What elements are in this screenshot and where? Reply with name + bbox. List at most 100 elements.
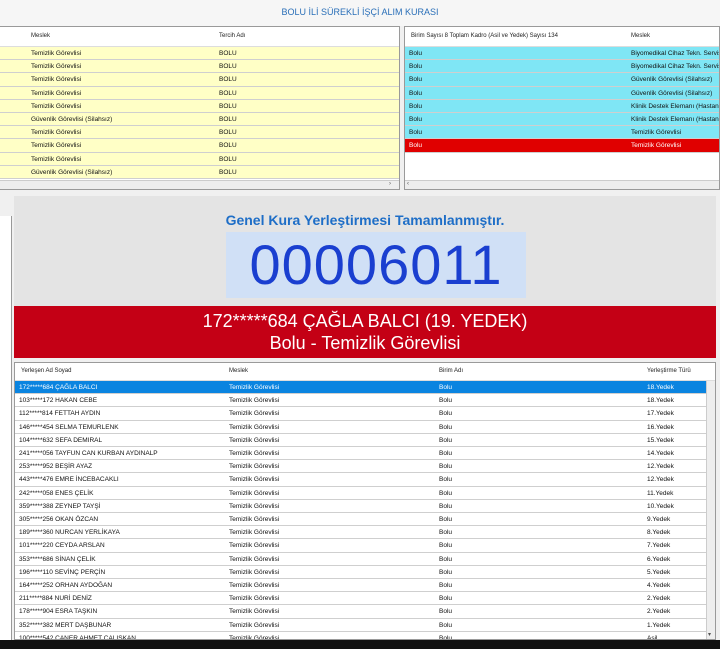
preference-row[interactable]: Temizlik Görevlisi BOLU	[0, 139, 399, 153]
cell-ad: 353*****686 SİNAN ÇELİK	[19, 555, 96, 563]
cell-birim: Bolu	[439, 568, 453, 576]
cell-ad: 101*****220 CEYDA ARSLAN	[19, 542, 105, 550]
cell-meslek: Temizlik Görevlisi	[31, 76, 82, 84]
cell-ad: 253*****952 BEŞİR AYAZ	[19, 463, 93, 471]
placement-row[interactable]: 196*****110 SEVİNÇ PERÇİN Temizlik Görevl…	[15, 566, 715, 579]
preference-row[interactable]: Temizlik Görevlisi BOLU	[0, 126, 399, 140]
placement-row[interactable]: 353*****686 SİNAN ÇELİK Temizlik Görevlis…	[15, 553, 715, 566]
placement-row[interactable]: 146*****454 SELMA TEMURLENK Temizlik Göre…	[15, 421, 715, 434]
cell-birim: Bolu	[409, 76, 423, 84]
cell-meslek: Temizlik Görevlisi	[229, 555, 280, 563]
header-birim[interactable]: Birim Sayısı 8 Toplam Kadro (Asil ve Yed…	[411, 33, 558, 39]
preference-row[interactable]: Temizlik Görevlisi BOLU	[0, 73, 399, 87]
cell-ad: 352*****382 MERT DAŞBUNAR	[19, 621, 112, 629]
placement-table-vscroll[interactable]: ▾	[706, 381, 715, 639]
window-title: BOLU İLİ SÜREKLİ İŞÇİ ALIM KURASI	[0, 0, 720, 26]
placement-row[interactable]: 359*****388 ZEYNEP TAYŞİ Temizlik Görevli…	[15, 500, 715, 513]
placement-row[interactable]: 164*****252 ORHAN AYDOĞAN Temizlik Görevl…	[15, 579, 715, 593]
placement-row[interactable]: 100*****542 CANER AHMET ÇALIŞKAN Temizlik…	[15, 632, 715, 639]
preference-row[interactable]: Temizlik Görevlisi BOLU	[0, 60, 399, 74]
cell-meslek: Güvenlik Görevlisi (Silahsız)	[631, 76, 713, 84]
preference-row[interactable]: Temizlik Görevlisi BOLU	[0, 99, 399, 113]
cell-meslek: Temizlik Görevlisi	[229, 489, 280, 497]
header-tercih[interactable]: Tercih Adı	[219, 33, 245, 39]
cell-tercih: BOLU	[219, 116, 237, 123]
scroll-left-icon[interactable]: ‹	[407, 181, 409, 187]
unit-table-hscroll[interactable]: ‹	[405, 180, 719, 189]
cell-meslek: Biyomedikal Cihaz Tekn. Servis	[631, 50, 720, 57]
cell-tercih: BOLU	[219, 155, 237, 163]
preference-table[interactable]: Meslek Tercih Adı Temizlik Görevlisi BOLU…	[0, 26, 400, 190]
preference-row[interactable]: Güvenlik Görevlisi (Silahsız) BOLU	[0, 165, 399, 179]
cell-tur: 5.Yedek	[647, 568, 671, 576]
unit-table[interactable]: Birim Sayısı 8 Toplam Kadro (Asil ve Yed…	[404, 26, 720, 190]
scroll-right-icon[interactable]: ›	[389, 181, 391, 187]
cell-birim: Bolu	[439, 410, 453, 418]
unit-row[interactable]: Bolu Güvenlik Görevlisi (Silahsız)	[405, 86, 719, 100]
preference-row[interactable]: Temizlik Görevlisi BOLU	[0, 86, 399, 100]
header-meslek-right[interactable]: Meslek	[631, 33, 650, 39]
cell-birim: Bolu	[409, 142, 423, 150]
cell-tur: 1.Yedek	[647, 621, 671, 629]
draw-number: 00006011	[226, 232, 526, 298]
cell-meslek: Temizlik Görevlisi	[229, 502, 280, 510]
unit-row[interactable]: Bolu Temizlik Görevlisi	[405, 139, 719, 153]
cell-birim: Bolu	[409, 63, 423, 71]
cell-ad: 196*****110 SEVİNÇ PERÇİN	[19, 568, 106, 576]
cell-meslek: Temizlik Görevlisi	[229, 516, 280, 523]
placement-row[interactable]: 253*****952 BEŞİR AYAZ Temizlik Görevlisi…	[15, 460, 715, 474]
preference-row[interactable]: Temizlik Görevlisi BOLU	[0, 152, 399, 166]
cell-tur: 12.Yedek	[647, 463, 674, 471]
placement-row[interactable]: 189*****360 NURCAN YERLİKAYA Temizlik Gör…	[15, 526, 715, 540]
unit-row[interactable]: Bolu Temizlik Görevlisi	[405, 126, 719, 140]
preference-row[interactable]: Güvenlik Görevlisi (Silahsız) BOLU	[0, 113, 399, 127]
cell-birim: Bolu	[439, 436, 453, 444]
preference-table-hscroll[interactable]: ›	[0, 180, 399, 189]
cell-ad: 305*****256 OKAN ÖZCAN	[19, 516, 99, 523]
cell-tur: 16.Yedek	[647, 423, 674, 431]
placement-row[interactable]: 104*****632 SEFA DEMIRAL Temizlik Görevli…	[15, 434, 715, 447]
placement-table[interactable]: Yerleşen Ad Soyad Meslek Birim Adı Yerle…	[14, 362, 716, 640]
cell-birim: Bolu	[439, 450, 453, 457]
unit-row[interactable]: Bolu Güvenlik Görevlisi (Silahsız)	[405, 73, 719, 87]
placement-row[interactable]: 241*****056 TAYFUN CAN KURBAN AYDINALP Te…	[15, 447, 715, 461]
cell-birim: Bolu	[439, 595, 453, 603]
placement-row[interactable]: 178*****904 ESRA TAŞKIN Temizlik Görevlis…	[15, 605, 715, 619]
placement-row[interactable]: 172*****684 ÇAĞLA BALCI Temizlik Görevlis…	[15, 381, 715, 395]
cell-ad: 359*****388 ZEYNEP TAYŞİ	[19, 502, 101, 510]
placement-row[interactable]: 443*****476 EMRE İNCEBACAKLI Temizlik Gör…	[15, 473, 715, 487]
placement-row[interactable]: 101*****220 CEYDA ARSLAN Temizlik Görevli…	[15, 539, 715, 553]
placement-row[interactable]: 103*****172 HAKAN CEBE Temizlik Görevlisi…	[15, 394, 715, 408]
placement-row[interactable]: 305*****256 OKAN ÖZCAN Temizlik Görevlisi…	[15, 513, 715, 527]
scroll-down-icon[interactable]: ▾	[708, 631, 711, 638]
preference-row[interactable]: Temizlik Görevlisi BOLU	[0, 47, 399, 61]
unit-row[interactable]: Bolu Biyomedikal Cihaz Tekn. Servis	[405, 60, 720, 74]
placement-row[interactable]: 242*****058 ENES ÇELİK Temizlik Görevlisi…	[15, 487, 715, 500]
cell-tercih: BOLU	[219, 89, 237, 97]
header-ad-soyad[interactable]: Yerleşen Ad Soyad	[21, 368, 71, 374]
winner-line: 172*****684 ÇAĞLA BALCI (19. YEDEK)	[202, 311, 528, 331]
unit-row[interactable]: Bolu Klinik Destek Elemanı (Hastane)	[405, 99, 719, 113]
header-yerlestirme-turu[interactable]: Yerleştirme Türü	[647, 368, 691, 374]
cell-birim: Bolu	[409, 116, 423, 123]
unit-table-header: Birim Sayısı 8 Toplam Kadro (Asil ve Yed…	[405, 27, 719, 47]
cell-birim: Bolu	[439, 476, 453, 484]
cell-ad: 443*****476 EMRE İNCEBACAKLI	[19, 476, 119, 484]
placement-row[interactable]: 211*****884 NURİ DENİZ Temizlik Görevlisi…	[15, 592, 715, 606]
preference-table-header: Meslek Tercih Adı	[0, 27, 399, 47]
unit-row[interactable]: Bolu Biyomedikal Cihaz Tekn. Servis	[405, 47, 720, 61]
cell-ad: 146*****454 SELMA TEMURLENK	[19, 423, 119, 431]
cell-meslek: Temizlik Görevlisi	[229, 423, 280, 431]
header-birim-adi[interactable]: Birim Adı	[439, 368, 463, 374]
cell-meslek: Biyomedikal Cihaz Tekn. Servis	[631, 63, 720, 71]
unit-row[interactable]: Bolu Klinik Destek Elemanı (Hastane)	[405, 113, 719, 127]
cell-tercih: BOLU	[219, 168, 237, 176]
header-meslek-bottom[interactable]: Meslek	[229, 368, 248, 374]
placement-row[interactable]: 112*****814 FETTAH AYDIN Temizlik Görevli…	[15, 407, 715, 421]
header-meslek[interactable]: Meslek	[31, 33, 50, 39]
cell-tercih: BOLU	[219, 50, 237, 57]
cell-ad: 189*****360 NURCAN YERLİKAYA	[19, 529, 120, 537]
placement-row[interactable]: 352*****382 MERT DAŞBUNAR Temizlik Görevl…	[15, 619, 715, 632]
cell-tur: 10.Yedek	[647, 502, 674, 510]
cell-ad: 112*****814 FETTAH AYDIN	[19, 410, 101, 418]
